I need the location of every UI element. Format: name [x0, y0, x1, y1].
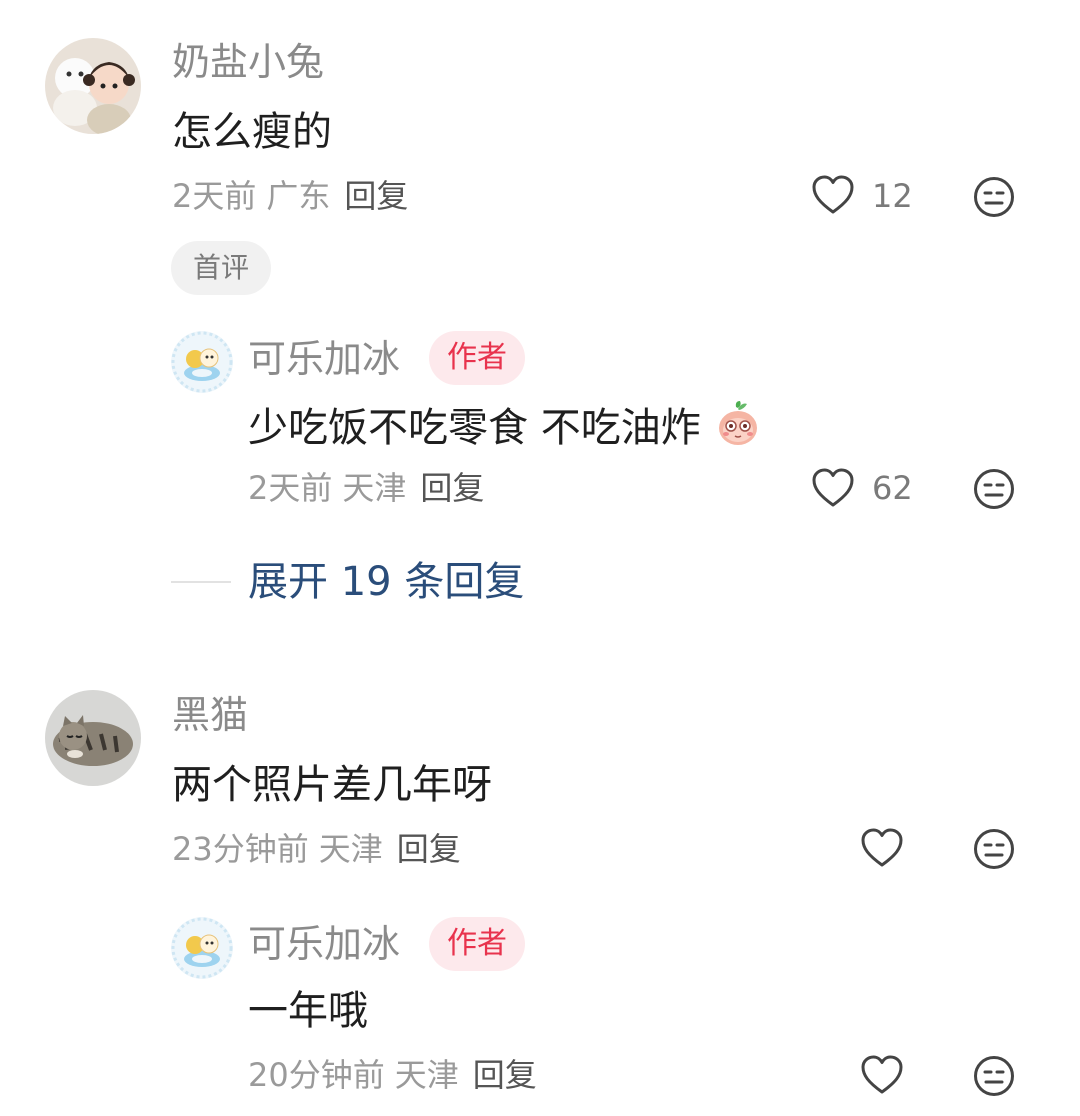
avatar-naiyan[interactable]	[45, 38, 141, 134]
avatar-kele[interactable]	[171, 917, 233, 979]
like-count: 62	[872, 469, 913, 507]
peach-shy-emoji-icon	[715, 399, 761, 447]
author-badge: 作者	[429, 331, 525, 385]
reply-meta: 2天前 天津 回复	[248, 468, 484, 508]
reply-button[interactable]: 回复	[344, 177, 408, 215]
reply-button[interactable]: 回复	[420, 469, 484, 507]
expand-divider	[171, 581, 231, 583]
reply-button[interactable]: 回复	[473, 1056, 537, 1094]
comment-text: 怎么瘦的	[172, 109, 332, 155]
reply-region: 天津	[342, 469, 407, 507]
meh-face-icon[interactable]	[973, 1055, 1015, 1097]
reply-author-name[interactable]: 可乐加冰	[248, 921, 400, 967]
comment-meta: 2天前 广东 回复	[172, 176, 408, 216]
reply-time: 2天前	[248, 469, 333, 507]
commenter-name[interactable]: 黑猫	[172, 692, 248, 738]
comment-time: 2天前	[172, 177, 257, 215]
meh-face-icon[interactable]	[973, 828, 1015, 870]
comment-text: 两个照片差几年呀	[172, 762, 492, 808]
like-count: 12	[872, 177, 913, 215]
heart-outline-icon[interactable]	[860, 1055, 904, 1095]
meh-face-icon[interactable]	[973, 176, 1015, 218]
reply-time: 20分钟前	[248, 1056, 385, 1094]
avatar-heimao[interactable]	[45, 690, 141, 786]
reply-text: 少吃饭不吃零食 不吃油炸	[248, 399, 761, 453]
meh-face-icon[interactable]	[973, 468, 1015, 510]
heart-outline-icon[interactable]	[811, 468, 855, 508]
reply-meta: 20分钟前 天津 回复	[248, 1055, 537, 1095]
heart-outline-icon[interactable]	[811, 175, 855, 215]
commenter-name[interactable]: 奶盐小兔	[172, 39, 324, 85]
comment-time: 23分钟前	[172, 830, 309, 868]
comment-region: 天津	[318, 830, 383, 868]
reply-text-content: 少吃饭不吃零食 不吃油炸	[248, 405, 701, 451]
reply-text: 一年哦	[248, 988, 368, 1034]
first-comment-badge: 首评	[171, 241, 272, 295]
comment-meta: 23分钟前 天津 回复	[172, 829, 461, 869]
reply-region: 天津	[394, 1056, 459, 1094]
expand-replies-button[interactable]: 展开 19 条回复	[248, 557, 524, 607]
comment-region: 广东	[266, 177, 331, 215]
reply-button[interactable]: 回复	[397, 830, 461, 868]
heart-outline-icon[interactable]	[860, 828, 904, 868]
author-badge: 作者	[429, 917, 525, 971]
reply-author-name[interactable]: 可乐加冰	[248, 336, 400, 382]
avatar-kele[interactable]	[171, 331, 233, 393]
